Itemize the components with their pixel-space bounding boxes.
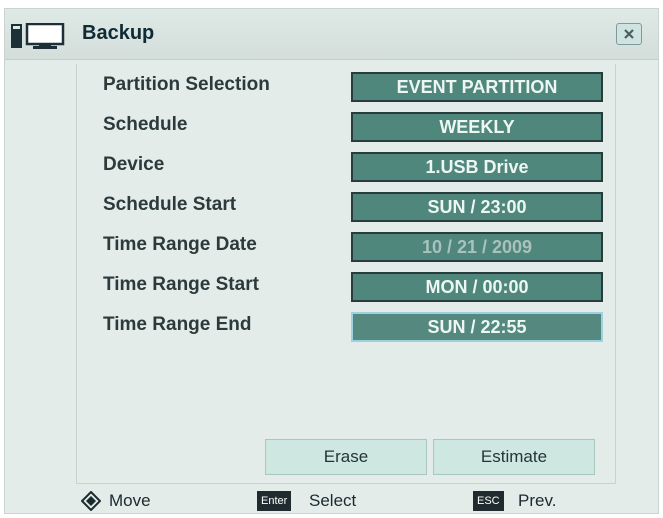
- setting-label: Time Range End: [103, 314, 252, 335]
- setting-row-partition: Partition Selection EVENT PARTITION: [77, 66, 617, 106]
- schedule-start-field[interactable]: SUN / 23:00: [351, 192, 603, 222]
- esc-key-badge: ESC: [473, 491, 504, 511]
- monitor-icon: [11, 23, 65, 49]
- enter-key-badge: Enter: [257, 491, 292, 511]
- setting-row-time-range-date: Time Range Date 10 / 21 / 2009: [77, 226, 617, 266]
- prev-hint: Prev.: [518, 491, 557, 510]
- title-bar: Backup: [5, 9, 658, 60]
- setting-label: Schedule: [103, 114, 188, 135]
- close-button[interactable]: [616, 23, 642, 45]
- time-range-date-field[interactable]: 10 / 21 / 2009: [351, 232, 603, 262]
- setting-label: Partition Selection: [103, 74, 270, 95]
- select-hint: Select: [309, 491, 357, 510]
- setting-row-device: Device 1.USB Drive: [77, 146, 617, 186]
- close-icon: [624, 29, 634, 39]
- setting-row-schedule: Schedule WEEKLY: [77, 106, 617, 146]
- key-hints-footer: Move Enter Select ESC Prev.: [5, 487, 658, 515]
- directional-pad-icon: [81, 491, 101, 511]
- erase-button[interactable]: Erase: [265, 439, 427, 475]
- move-hint: Move: [109, 491, 151, 510]
- setting-label: Device: [103, 154, 165, 175]
- estimate-button[interactable]: Estimate: [433, 439, 595, 475]
- device-field[interactable]: 1.USB Drive: [351, 152, 603, 182]
- time-range-end-field[interactable]: SUN / 22:55: [351, 312, 603, 342]
- settings-panel: Partition Selection EVENT PARTITION Sche…: [76, 64, 616, 484]
- partition-selection-field[interactable]: EVENT PARTITION: [351, 72, 603, 102]
- setting-label: Time Range Start: [103, 274, 259, 295]
- setting-row-time-range-start: Time Range Start MON / 00:00: [77, 266, 617, 306]
- schedule-field[interactable]: WEEKLY: [351, 112, 603, 142]
- setting-row-schedule-start: Schedule Start SUN / 23:00: [77, 186, 617, 226]
- setting-label: Schedule Start: [103, 194, 237, 215]
- setting-row-time-range-end: Time Range End SUN / 22:55: [77, 306, 617, 346]
- setting-label: Time Range Date: [103, 234, 257, 255]
- time-range-start-field[interactable]: MON / 00:00: [351, 272, 603, 302]
- window-title: Backup: [82, 22, 155, 44]
- backup-window: Backup Partition Selection EVENT PARTITI…: [4, 8, 659, 514]
